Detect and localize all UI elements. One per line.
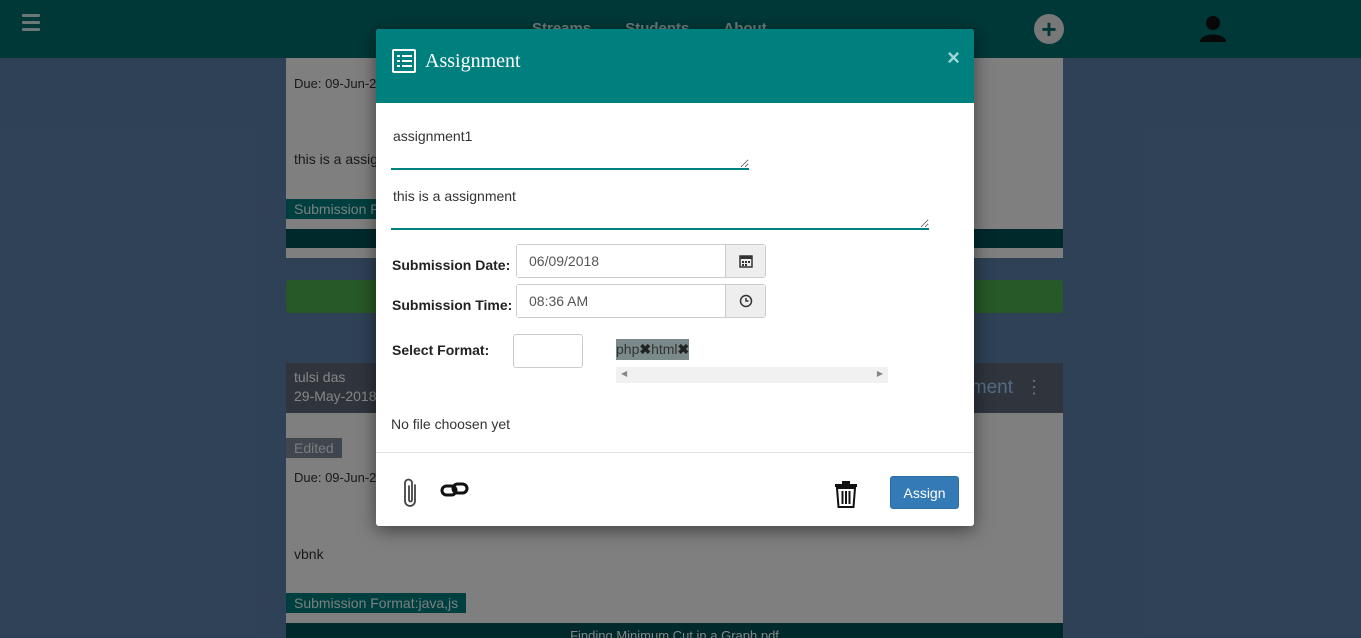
submission-time-label: Submission Time:	[392, 297, 513, 313]
footer-divider	[376, 452, 974, 453]
submission-time-group	[516, 284, 766, 318]
clock-icon[interactable]	[725, 285, 765, 317]
paperclip-icon[interactable]	[401, 476, 421, 510]
format-chip-label: php	[616, 341, 640, 357]
remove-chip-icon[interactable]: ✖	[639, 341, 651, 357]
submission-date-group	[516, 244, 766, 278]
calendar-icon[interactable]	[725, 245, 765, 277]
format-input[interactable]	[513, 334, 583, 368]
format-chip-label: html	[651, 341, 678, 357]
scroll-right-icon[interactable]: ▶	[877, 369, 883, 378]
assignment-description-field[interactable]: this is a assignment	[391, 183, 929, 230]
submission-time-input[interactable]	[517, 285, 725, 317]
assignment-modal: Assignment × assignment1 this is a assig…	[376, 29, 974, 526]
format-chip: html✖	[651, 339, 690, 360]
modal-header: Assignment ×	[376, 29, 974, 103]
select-format-label: Select Format:	[392, 342, 490, 358]
trash-icon[interactable]	[834, 480, 858, 508]
assignment-title-field[interactable]: assignment1	[391, 123, 749, 170]
list-icon	[392, 49, 416, 73]
file-status: No file choosen yet	[391, 416, 511, 432]
remove-chip-icon[interactable]: ✖	[678, 341, 690, 357]
submission-date-input[interactable]	[517, 245, 725, 277]
submission-date-label: Submission Date:	[392, 257, 511, 273]
assign-button[interactable]: Assign	[890, 476, 959, 509]
link-icon[interactable]	[440, 479, 470, 501]
format-scrollbar[interactable]: ◀ ▶	[616, 367, 888, 383]
scroll-left-icon[interactable]: ◀	[621, 369, 627, 378]
selected-formats: php✖ html✖	[616, 339, 690, 360]
close-icon[interactable]: ×	[947, 45, 960, 71]
format-chip: php✖	[616, 339, 652, 360]
modal-title: Assignment	[425, 50, 521, 72]
